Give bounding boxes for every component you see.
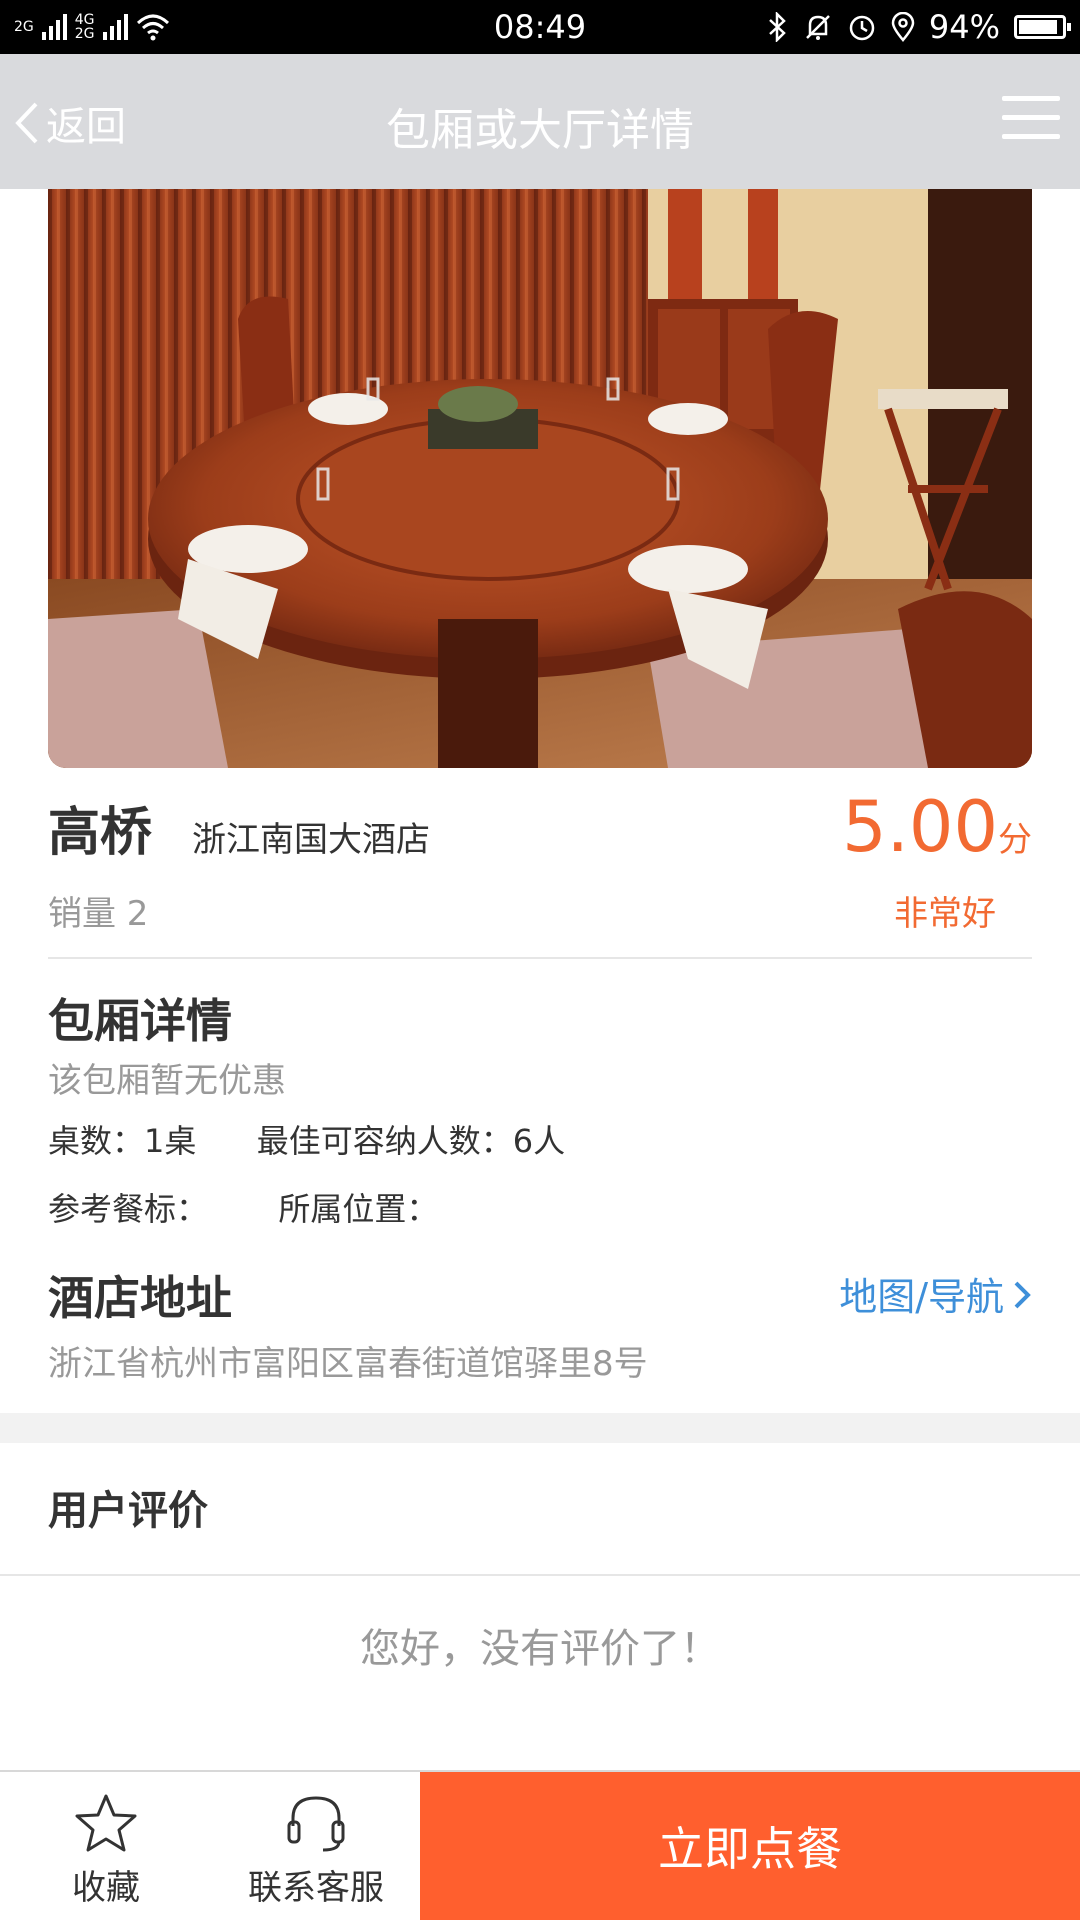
battery-icon (1014, 15, 1071, 39)
section-separator (0, 1413, 1080, 1443)
reference-price: 参考餐标： (48, 1190, 209, 1228)
sales-count: 销量 2 (48, 894, 149, 934)
score-value: 5.00 (842, 786, 998, 868)
divider (0, 1574, 1080, 1576)
reviews-title: 用户评价 (48, 1488, 208, 1534)
status-icons: 94% (767, 8, 1071, 46)
menu-icon (1002, 96, 1060, 101)
divider (48, 957, 1032, 959)
rating-text: 非常好 (894, 894, 996, 934)
table-count: 桌数：1桌 (48, 1122, 197, 1160)
room-info: 高桥 浙江南国大酒店 5.00分 销量 2 非常好 (48, 786, 1032, 960)
battery-percent: 94% (928, 8, 1000, 46)
location-icon (891, 12, 915, 42)
alarm-icon (849, 15, 875, 41)
price-location-row: 参考餐标： 所属位置： (48, 1184, 1032, 1230)
score-unit: 分 (998, 820, 1032, 860)
headset-icon (287, 1796, 345, 1852)
address-text: 浙江省杭州市富阳区富春街道馆驿里8号 (48, 1344, 648, 1384)
favorite-button[interactable]: 收藏 (58, 1792, 154, 1909)
map-link-label: 地图/导航 (839, 1275, 1004, 1319)
capacity: 最佳可容纳人数：6人 (256, 1122, 566, 1160)
nav-bar: 返回 包厢或大厅详情 (0, 54, 1080, 189)
favorite-label: 收藏 (72, 1868, 140, 1908)
mute-bell-icon (805, 15, 830, 40)
order-label: 立即点餐 (658, 1822, 842, 1876)
score: 5.00分 (842, 786, 1032, 868)
menu-button[interactable] (1002, 96, 1060, 146)
room-name: 高桥 (48, 803, 153, 863)
service-label: 联系客服 (248, 1868, 384, 1908)
order-now-button[interactable]: 立即点餐 (420, 1772, 1080, 1920)
status-bar: 2G 4G 2G 08:49 94% (0, 0, 1080, 54)
table-capacity-row: 桌数：1桌 最佳可容纳人数：6人 (48, 1116, 1032, 1162)
room-photo (48, 189, 1032, 768)
star-icon (75, 1794, 137, 1852)
promo-text: 该包厢暂无优惠 (48, 1061, 286, 1101)
map-navigation-link[interactable]: 地图/导航 (839, 1266, 1032, 1321)
contact-service-button[interactable]: 联系客服 (236, 1792, 396, 1909)
section-title: 包厢详情 (48, 994, 232, 1048)
empty-reviews-message: 您好，没有评价了！ (360, 1626, 720, 1672)
room-location: 所属位置： (278, 1190, 439, 1228)
address-section: 酒店地址 地图/导航 浙江省杭州市富阳区富春街道馆驿里8号 (48, 1262, 1032, 1385)
room-details-section: 包厢详情 该包厢暂无优惠 桌数：1桌 最佳可容纳人数：6人 参考餐标： 所属位置… (48, 985, 1032, 1230)
hotel-name: 浙江南国大酒店 (192, 820, 430, 860)
bluetooth-icon (769, 12, 786, 42)
chevron-right-icon (1014, 1281, 1031, 1308)
page-title: 包厢或大厅详情 (386, 105, 694, 156)
